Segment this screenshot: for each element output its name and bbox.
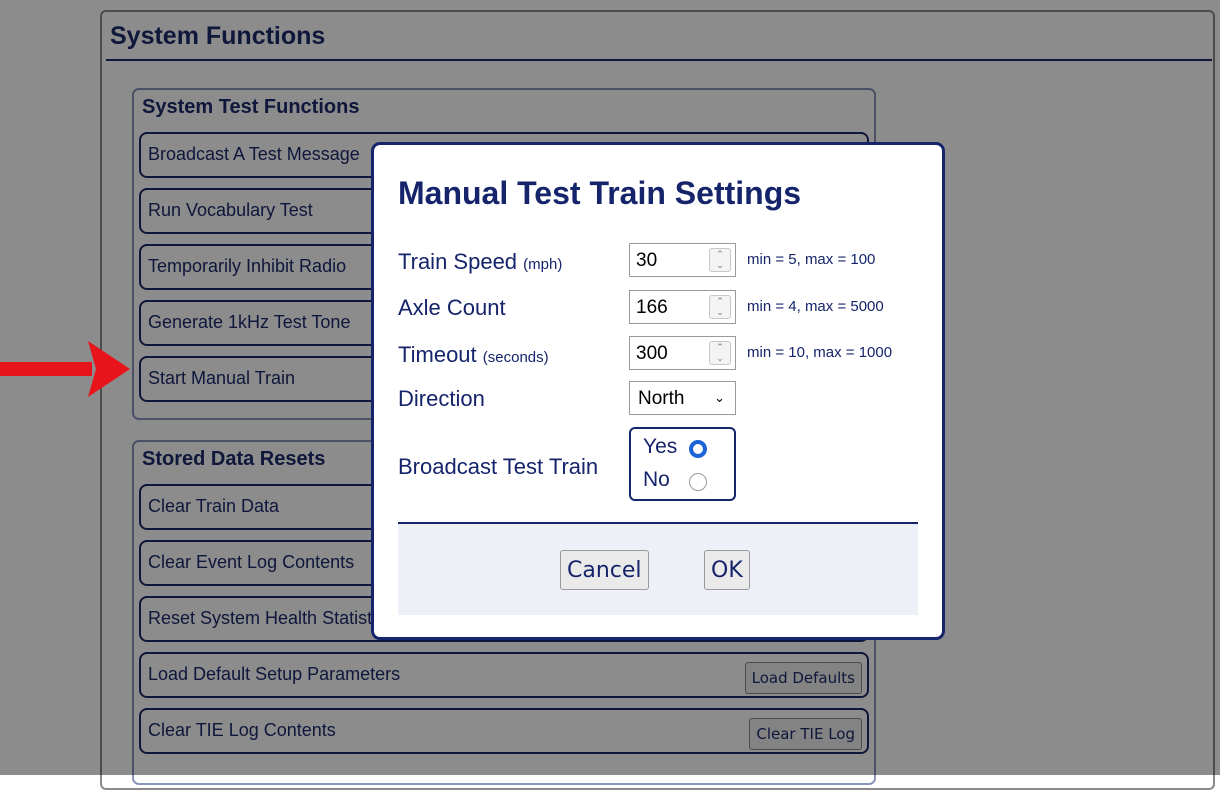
train-speed-label: Train Speed (mph) xyxy=(398,249,562,275)
dialog-footer: Cancel OK xyxy=(398,524,918,615)
radio-yes-label: Yes xyxy=(643,435,678,458)
arrow-shaft xyxy=(0,362,92,376)
red-arrow-icon xyxy=(0,341,130,397)
unit-label: (mph) xyxy=(523,256,563,273)
manual-test-train-dialog: Manual Test Train Settings Train Speed (… xyxy=(371,142,945,640)
axle-count-label: Axle Count xyxy=(398,295,506,321)
direction-select[interactable]: North ⌄ xyxy=(629,381,736,415)
unit-label: (seconds) xyxy=(482,349,549,366)
select-value: North xyxy=(638,388,685,409)
broadcast-radio-group: Yes No xyxy=(629,427,736,501)
input-value: 166 xyxy=(636,297,668,318)
field-label: Timeout xyxy=(398,342,477,367)
broadcast-test-train-label: Broadcast Test Train xyxy=(398,454,599,479)
input-value: 300 xyxy=(636,343,668,364)
radio-no-label: No xyxy=(643,468,670,491)
train-speed-input[interactable]: 30 ⌃ ⌄ xyxy=(629,243,736,277)
timeout-label: Timeout (seconds) xyxy=(398,342,549,368)
radio-yes[interactable] xyxy=(689,440,707,458)
timeout-input[interactable]: 300 ⌃ ⌄ xyxy=(629,336,736,370)
field-label: Axle Count xyxy=(398,295,506,320)
radio-no[interactable] xyxy=(689,473,707,491)
spinner-arrows-icon[interactable]: ⌃ ⌄ xyxy=(709,341,731,365)
axle-count-input[interactable]: 166 ⌃ ⌄ xyxy=(629,290,736,324)
dialog-title: Manual Test Train Settings xyxy=(398,175,802,211)
input-value: 30 xyxy=(636,250,658,271)
arrow-head xyxy=(88,341,130,397)
cancel-button[interactable]: Cancel xyxy=(560,550,649,590)
spinner-arrows-icon[interactable]: ⌃ ⌄ xyxy=(709,248,731,272)
direction-label: Direction xyxy=(398,386,485,411)
timeout-hint: min = 10, max = 1000 xyxy=(747,344,893,361)
axle-count-hint: min = 4, max = 5000 xyxy=(747,298,884,315)
spinner-arrows-icon[interactable]: ⌃ ⌄ xyxy=(709,295,731,319)
ok-button[interactable]: OK xyxy=(704,550,750,590)
train-speed-hint: min = 5, max = 100 xyxy=(747,251,876,268)
field-label: Train Speed xyxy=(398,249,518,274)
chevron-down-icon: ⌄ xyxy=(714,390,725,405)
